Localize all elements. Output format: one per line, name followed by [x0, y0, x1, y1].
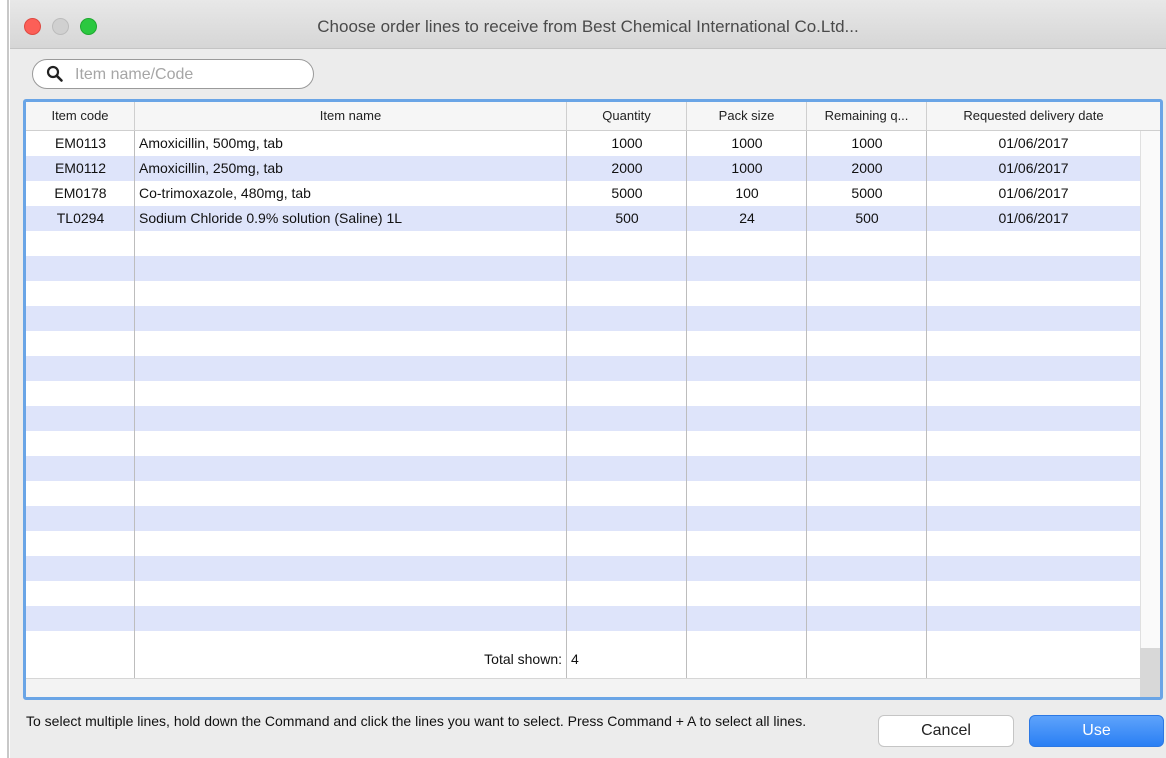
empty-row [26, 331, 1140, 356]
column-divider [134, 131, 135, 678]
empty-row [26, 456, 1140, 481]
pack-size-cell: 24 [739, 210, 755, 226]
remaining-quantity-cell: 5000 [851, 185, 883, 201]
empty-row [26, 506, 1140, 531]
quantity-cell: 500 [615, 210, 639, 226]
empty-row [26, 481, 1140, 506]
empty-row [26, 606, 1140, 631]
column-header-requested-delivery-date[interactable]: Requested delivery date [927, 102, 1140, 130]
item-name-cell: Co-trimoxazole, 480mg, tab [139, 185, 311, 201]
search-input[interactable] [73, 64, 307, 86]
empty-row [26, 231, 1140, 256]
column-header-pack-size[interactable]: Pack size [687, 102, 807, 130]
total-shown-value: 4 [571, 651, 579, 667]
order-lines-table[interactable]: Item code Item name Quantity Pack size R… [23, 99, 1163, 700]
cancel-button[interactable]: Cancel [878, 715, 1014, 747]
column-header-quantity[interactable]: Quantity [567, 102, 687, 130]
item-name-cell: Amoxicillin, 250mg, tab [139, 160, 283, 176]
quantity-cell: 2000 [611, 160, 643, 176]
column-header-item-code[interactable]: Item code [26, 102, 135, 130]
empty-row [26, 531, 1140, 556]
background-window-edge [0, 0, 10, 758]
item-code-cell: EM0112 [54, 160, 107, 176]
column-header-remaining-quantity[interactable]: Remaining q... [807, 102, 927, 130]
column-header-item-name[interactable]: Item name [135, 102, 567, 130]
empty-row [26, 256, 1140, 281]
empty-row [26, 581, 1140, 606]
item-name-cell: Amoxicillin, 500mg, tab [139, 135, 283, 151]
table-row[interactable]: EM0178 Co-trimoxazole, 480mg, tab 5000 1… [26, 181, 1140, 206]
empty-row [26, 281, 1140, 306]
item-code-cell: TL0294 [56, 210, 105, 226]
table-header: Item code Item name Quantity Pack size R… [26, 102, 1160, 131]
empty-row [26, 406, 1140, 431]
pack-size-cell: 100 [735, 185, 759, 201]
column-divider [686, 131, 687, 678]
quantity-cell: 1000 [611, 135, 643, 151]
dialog-window: Choose order lines to receive from Best … [10, 0, 1166, 758]
column-divider [566, 131, 567, 678]
selection-hint-text: To select multiple lines, hold down the … [26, 713, 807, 729]
delivery-date-cell: 01/06/2017 [998, 135, 1069, 151]
remaining-quantity-cell: 500 [855, 210, 879, 226]
horizontal-scrollbar[interactable] [26, 678, 1140, 697]
search-box[interactable] [32, 59, 314, 89]
column-divider [806, 131, 807, 678]
scrollbar-thumb[interactable] [1140, 648, 1160, 697]
use-button[interactable]: Use [1029, 715, 1164, 747]
window-edge-line [7, 0, 9, 758]
empty-row [26, 306, 1140, 331]
remaining-quantity-cell: 2000 [851, 160, 883, 176]
table-row[interactable]: TL0294 Sodium Chloride 0.9% solution (Sa… [26, 206, 1140, 231]
delivery-date-cell: 01/06/2017 [998, 185, 1069, 201]
total-shown-label: Total shown: [484, 651, 562, 667]
column-divider [926, 131, 927, 678]
window-title: Choose order lines to receive from Best … [317, 17, 859, 36]
delivery-date-cell: 01/06/2017 [998, 160, 1069, 176]
empty-row [26, 431, 1140, 456]
vertical-scrollbar[interactable] [1140, 131, 1160, 697]
title-bar: Choose order lines to receive from Best … [10, 0, 1166, 49]
remaining-quantity-cell: 1000 [851, 135, 883, 151]
empty-row [26, 631, 1140, 656]
empty-row [26, 381, 1140, 406]
empty-row [26, 556, 1140, 581]
delivery-date-cell: 01/06/2017 [998, 210, 1069, 226]
pack-size-cell: 1000 [731, 135, 763, 151]
table-row[interactable]: EM0113 Amoxicillin, 500mg, tab 1000 1000… [26, 131, 1140, 156]
pack-size-cell: 1000 [731, 160, 763, 176]
search-icon [46, 65, 63, 82]
table-row[interactable]: EM0112 Amoxicillin, 250mg, tab 2000 1000… [26, 156, 1140, 181]
item-code-cell: EM0178 [54, 185, 107, 201]
item-code-cell: EM0113 [54, 135, 107, 151]
item-name-cell: Sodium Chloride 0.9% solution (Saline) 1… [139, 210, 403, 226]
empty-row [26, 356, 1140, 381]
quantity-cell: 5000 [611, 185, 643, 201]
